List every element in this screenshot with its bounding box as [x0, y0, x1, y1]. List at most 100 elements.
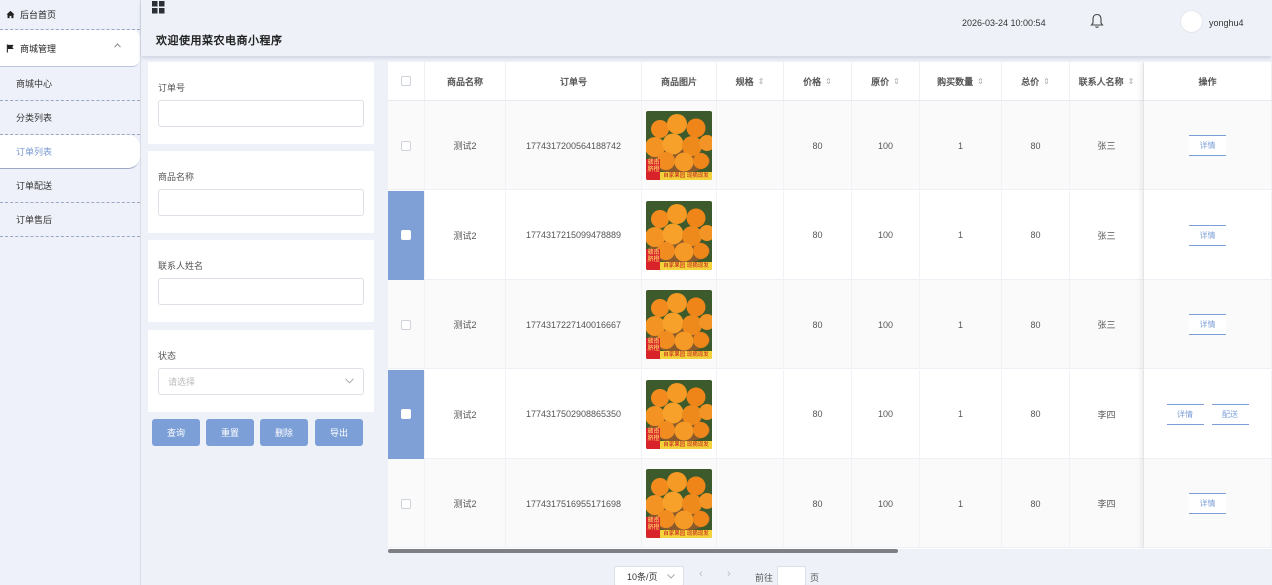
product-thumbnail[interactable]: 赣南 脐橙 自家果园 现摘现发	[646, 111, 712, 180]
row-checkbox[interactable]	[401, 230, 411, 241]
sidebar-home[interactable]: 后台首页	[0, 0, 140, 30]
original-price-cell: 100	[852, 190, 920, 280]
table-row: 测试2 1774317200564188742 赣南 脐橙 自家果园 现摘现发 80 100…	[388, 101, 1272, 190]
actions-cell: 详情 配送	[1144, 369, 1272, 459]
quantity-cell: 1	[920, 459, 1002, 549]
product-thumbnail[interactable]: 赣南 脐橙 自家果园 现摘现发	[646, 200, 712, 270]
total-price-cell: 80	[1002, 280, 1070, 370]
order-table: 商品名称 订单号 商品图片 规格 ⇕ 价格 ⇕ 原价 ⇕ 购买数量 ⇕ 总价 ⇕ 联系人名称 ⇕ 操作 测试2 1…	[388, 62, 1272, 549]
column-header-label: 联系人名称	[1078, 76, 1124, 87]
prev-page-button[interactable]: ‹	[699, 568, 703, 580]
delete-button[interactable]: 删除	[260, 419, 308, 446]
export-button[interactable]: 导出	[315, 419, 363, 446]
sort-icon[interactable]: ⇕	[825, 77, 832, 86]
column-header-contact[interactable]: 联系人名称 ⇕	[1070, 62, 1144, 101]
grid-menu-icon[interactable]	[152, 1, 165, 14]
avatar[interactable]	[1180, 10, 1203, 33]
delivery-button[interactable]: 配送	[1211, 403, 1249, 425]
product-name-input[interactable]	[158, 189, 364, 216]
table-row: 测试2 1774317502908865350 赣南 脐橙 自家果园 现摘现发 80 100…	[388, 369, 1272, 459]
status-select[interactable]: 请选择	[158, 368, 364, 395]
sidebar-item-order-list[interactable]: 订单列表	[0, 135, 140, 169]
price-cell: 80	[784, 369, 852, 459]
contact-name-cell: 张三	[1070, 280, 1144, 370]
search-status-panel: 状态 请选择	[148, 330, 374, 412]
sidebar-item-mall-center[interactable]: 商城中心	[0, 67, 140, 101]
image-caption-middle: 脐橙	[647, 435, 660, 442]
sort-icon[interactable]: ⇕	[977, 77, 984, 86]
product-name-cell: 测试2	[425, 190, 506, 280]
product-image-cell: 赣南 脐橙 自家果园 现摘现发	[642, 101, 717, 190]
contact-name-cell: 李四	[1070, 369, 1144, 459]
column-header-price[interactable]: 价格 ⇕	[784, 62, 852, 101]
product-image-cell: 赣南 脐橙 自家果园 现摘现发	[642, 369, 717, 459]
query-button[interactable]: 查询	[152, 419, 200, 446]
row-checkbox[interactable]	[401, 409, 411, 420]
row-select-cell	[388, 369, 425, 459]
page-size-select[interactable]: 10条/页	[614, 566, 684, 585]
sort-icon[interactable]: ⇕	[1043, 77, 1050, 86]
contact-name-label: 联系人姓名	[158, 261, 204, 271]
row-checkbox[interactable]	[401, 140, 411, 151]
horizontal-scrollbar[interactable]	[388, 549, 898, 553]
image-caption-middle: 脐橙	[647, 256, 660, 263]
spec-cell	[717, 459, 784, 549]
reset-button[interactable]: 重置	[206, 419, 254, 446]
sidebar-item-order-delivery[interactable]: 订单配送	[0, 169, 140, 203]
column-header-spec[interactable]: 规格 ⇕	[717, 62, 784, 101]
column-header-img: 商品图片	[642, 62, 717, 101]
next-page-button[interactable]: ›	[727, 568, 731, 580]
actions-cell: 详情	[1144, 280, 1272, 370]
sidebar-group-mall[interactable]: 商城管理	[0, 30, 140, 67]
quantity-cell: 1	[920, 280, 1002, 370]
bell-icon[interactable]	[1090, 13, 1104, 29]
status-label: 状态	[158, 351, 177, 361]
sidebar-item-label: 订单列表	[16, 147, 53, 157]
sort-icon[interactable]: ⇕	[1128, 77, 1135, 86]
home-icon	[6, 10, 15, 19]
order-number-label: 订单号	[158, 83, 186, 93]
sidebar-item-after-sales[interactable]: 订单售后	[0, 203, 140, 237]
detail-button[interactable]: 详情	[1189, 224, 1226, 246]
product-thumbnail[interactable]: 赣南 脐橙 自家果园 现摘现发	[646, 469, 712, 539]
detail-button[interactable]: 详情	[1166, 403, 1204, 425]
price-cell: 80	[784, 459, 852, 549]
detail-button[interactable]: 详情	[1189, 314, 1226, 336]
price-cell: 80	[784, 190, 852, 280]
image-caption-middle: 脐橙	[647, 167, 660, 173]
goto-page-input[interactable]	[777, 566, 806, 585]
action-buttons: 详情	[1189, 135, 1226, 156]
detail-button[interactable]: 详情	[1189, 135, 1226, 156]
column-header-label: 操作	[1198, 76, 1217, 87]
product-thumbnail[interactable]: 赣南 脐橙 自家果园 现摘现发	[646, 379, 712, 449]
order-number-input[interactable]	[158, 100, 364, 127]
quantity-cell: 1	[920, 369, 1002, 459]
flag-icon	[6, 43, 14, 53]
column-header-qty[interactable]: 购买数量 ⇕	[920, 62, 1002, 101]
search-order-panel: 订单号	[148, 62, 374, 144]
sort-icon[interactable]: ⇕	[893, 77, 900, 86]
column-header-label: 总价	[1021, 76, 1040, 87]
column-header-total[interactable]: 总价 ⇕	[1002, 62, 1070, 101]
sort-icon[interactable]: ⇕	[758, 77, 765, 86]
image-caption-left: 赣南	[647, 160, 660, 166]
contact-name-input[interactable]	[158, 278, 364, 305]
detail-button[interactable]: 详情	[1189, 493, 1226, 515]
product-thumbnail[interactable]: 赣南 脐橙 自家果园 现摘现发	[646, 290, 712, 360]
column-header-orig[interactable]: 原价 ⇕	[852, 62, 920, 101]
original-price-cell: 100	[852, 280, 920, 370]
select-all-checkbox[interactable]	[401, 76, 411, 86]
row-checkbox[interactable]	[401, 319, 411, 330]
sidebar-item-category-list[interactable]: 分类列表	[0, 101, 140, 135]
image-caption-banner: 自家果园 现摘现发	[663, 173, 709, 179]
quantity-cell: 1	[920, 101, 1002, 190]
actions-cell: 详情	[1144, 190, 1272, 280]
row-select-cell	[388, 280, 425, 370]
column-header-label: 购买数量	[937, 76, 974, 87]
row-checkbox[interactable]	[401, 498, 411, 509]
username[interactable]: yonghu4	[1209, 18, 1244, 28]
sidebar: 后台首页 商城管理 商城中心 分类列表 订单列表 订单配送 订单售后	[0, 0, 141, 585]
search-contact-panel: 联系人姓名	[148, 240, 374, 322]
order-number-cell: 1774317227140016667	[506, 280, 642, 370]
column-header-label: 商品图片	[660, 76, 697, 87]
